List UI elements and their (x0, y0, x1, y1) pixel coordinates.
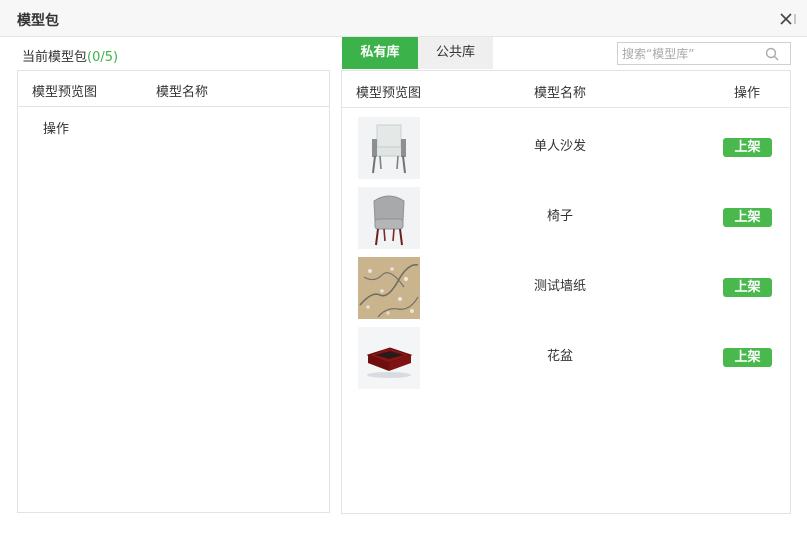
model-name: 单人沙发 (533, 139, 586, 154)
close-button[interactable] (776, 8, 798, 30)
model-name: 测试墙纸 (533, 279, 586, 294)
search-icon[interactable] (764, 46, 780, 62)
model-name: 花盆 (546, 349, 573, 364)
table-row: 单人沙发 上架 (342, 117, 790, 187)
close-icon (780, 13, 796, 25)
tab-private-library[interactable]: 私有库 (342, 37, 418, 69)
dialog-titlebar: 模型包 (0, 0, 807, 37)
col-preview-header: 模型预览图 (356, 86, 422, 101)
current-package-label: 当前模型包 (22, 50, 88, 65)
publish-button[interactable]: 上架 (723, 138, 772, 157)
col-action-header: 操作 (43, 122, 70, 137)
col-name-header: 模型名称 (156, 85, 209, 100)
publish-button[interactable]: 上架 (723, 278, 772, 297)
model-name: 椅子 (546, 209, 573, 224)
library-table-header: 模型预览图 模型名称 操作 (342, 71, 790, 108)
search-box (617, 42, 791, 65)
model-thumbnail (358, 187, 420, 249)
model-thumbnail (358, 327, 420, 389)
planter-image (358, 327, 420, 389)
armchair-image (358, 117, 420, 179)
table-row: 花盆 上架 (342, 327, 790, 397)
current-package-caption: 当前模型包(0/5) (22, 46, 118, 65)
package-table-header: 模型预览图 模型名称 (18, 71, 329, 107)
package-count: (0/5) (87, 50, 119, 65)
col-name-header: 模型名称 (534, 86, 587, 101)
col-preview-header: 模型预览图 (32, 85, 98, 100)
col-action-header: 操作 (734, 86, 761, 101)
tab-public-library[interactable]: 公共库 (418, 37, 493, 69)
publish-button[interactable]: 上架 (723, 348, 772, 367)
chair-image (358, 187, 420, 249)
publish-button[interactable]: 上架 (723, 208, 772, 227)
search-input[interactable] (618, 43, 768, 64)
model-thumbnail (358, 117, 420, 179)
library-tabs: 私有库 公共库 (342, 37, 493, 69)
table-row: 测试墙纸 上架 (342, 257, 790, 327)
table-row: 椅子 上架 (342, 187, 790, 257)
library-panel: 模型预览图 模型名称 操作 单人沙发 上架 椅子 上架 测试墙纸 上架 花盆 上… (341, 70, 791, 514)
model-thumbnail (358, 257, 420, 319)
wallpaper-image (358, 257, 420, 319)
dialog-title: 模型包 (17, 13, 59, 29)
package-panel: 模型预览图 模型名称 操作 (17, 70, 330, 513)
